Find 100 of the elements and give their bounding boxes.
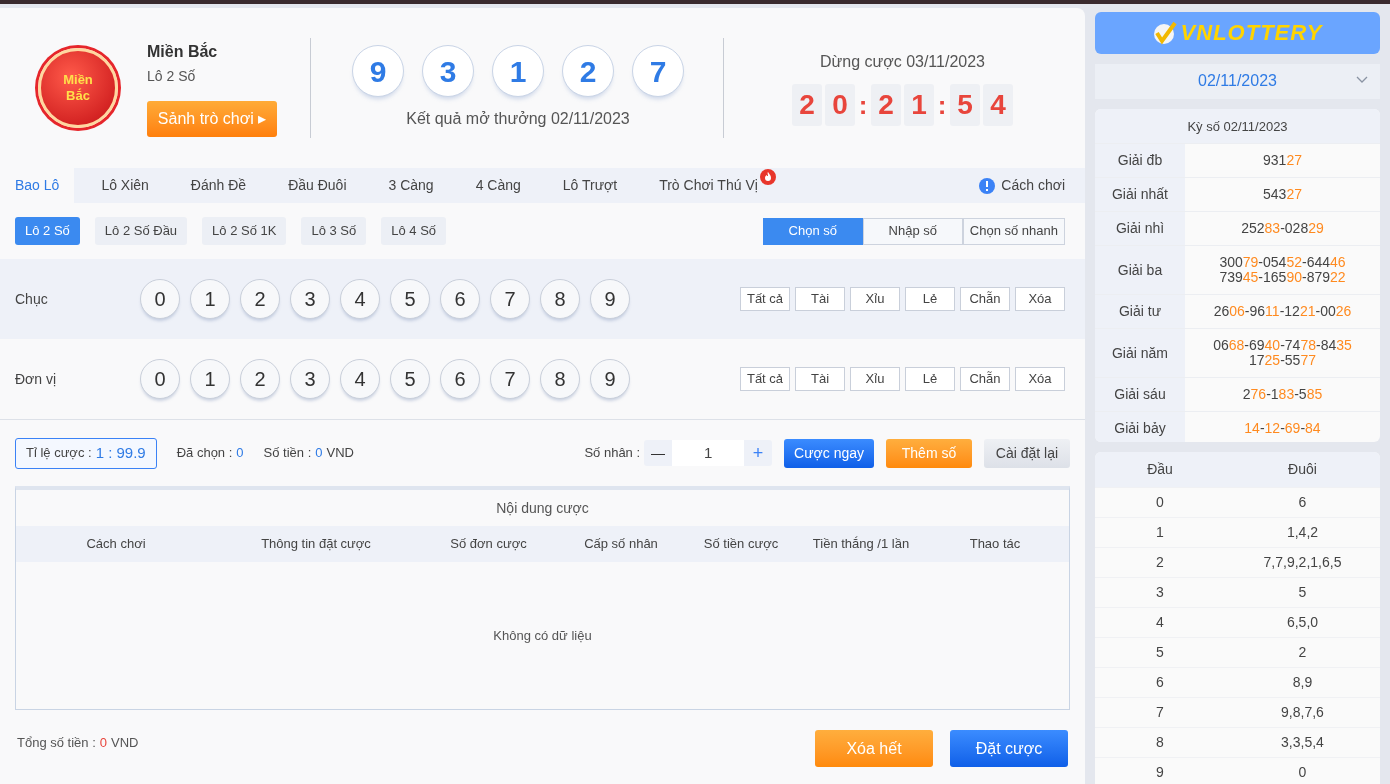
prize-numbers: 276-183-585 (1242, 387, 1323, 403)
game-tab[interactable]: 3 Càng (373, 168, 449, 203)
countdown-digit: 2 (871, 84, 901, 126)
bet-table-title: Nội dung cược (495, 498, 590, 518)
game-tab[interactable]: Lô Xiên (86, 168, 164, 203)
game-tab[interactable]: Lô Trượt (547, 168, 633, 203)
odds-label: Tỉ lệ cược : (26, 444, 92, 463)
how-to-play-link[interactable]: Cách chơi (979, 168, 1065, 203)
prize-numbers: 25283-02829 (1241, 221, 1324, 237)
sub-tab[interactable]: Lô 2 Số Đầu (94, 217, 188, 245)
quick-select-button[interactable]: Xỉu (850, 287, 900, 311)
tail-digits: 9,8,7,6 (1280, 703, 1325, 723)
column-header: Đuôi (1287, 460, 1318, 480)
tail-digits: 6 (1297, 493, 1308, 513)
countdown-colon: : (858, 88, 868, 122)
head-digit: 2 (1155, 553, 1165, 573)
game-tab[interactable]: Đánh Đề (175, 168, 262, 203)
odds-value: 1 : 99.9 (95, 442, 146, 463)
prize-numbers: 30079-05452-64446 (1219, 255, 1346, 271)
tail-digits: 3,3,5,4 (1280, 733, 1325, 753)
column-header: Số đơn cược (449, 535, 528, 554)
quick-select-button[interactable]: Xỉu (850, 367, 900, 391)
sub-tab[interactable]: Lô 4 Số (381, 217, 447, 245)
game-tab[interactable]: Trò Chơi Thú Vị (644, 168, 778, 203)
quick-select-button[interactable]: Chẵn (960, 287, 1010, 311)
prize-name: Giải nhất (1095, 178, 1185, 212)
quick-select-button[interactable]: Lẻ (905, 367, 955, 391)
game-tab[interactable]: Đầu Đuôi (273, 168, 362, 203)
multiplier-field[interactable]: 1 (672, 440, 745, 466)
prize-name: Giải nhì (1095, 212, 1185, 246)
column-header: Thông tin đặt cược (260, 535, 372, 554)
countdown-digit: 2 (792, 84, 822, 126)
empty-message: Không có dữ liệu (493, 626, 592, 645)
results-title: Kỳ số 02/11/2023 (1095, 109, 1380, 144)
bet-action-button[interactable]: Cược ngay (784, 438, 874, 468)
head-digit: 5 (1155, 643, 1165, 663)
tail-digits: 2 (1297, 643, 1308, 663)
prize-name: Giải ba (1095, 246, 1185, 295)
quick-select-button[interactable]: Tất cả (740, 287, 790, 311)
quick-select-button[interactable]: Xóa (1015, 367, 1065, 391)
stop-betting-label: Dừng cược 03/11/2023 (819, 52, 985, 72)
multiplier-label: Số nhân : (584, 444, 641, 463)
prize-numbers: 93127 (1263, 153, 1302, 169)
prize-numbers: 73945-16590-87922 (1219, 270, 1346, 286)
quick-select-button[interactable]: Chẵn (960, 367, 1010, 391)
prize-numbers: 54327 (1263, 187, 1302, 203)
date-select[interactable]: 02/11/2023 (1095, 63, 1380, 100)
amount-value: 0 (315, 444, 323, 463)
head-digit: 8 (1155, 733, 1165, 753)
prize-numbers: 0668-6940-7478-8435 (1213, 338, 1352, 354)
logo-text: Miền (63, 72, 93, 88)
column-header: Cách chơi (85, 535, 147, 554)
countdown-digit: 4 (983, 84, 1013, 126)
brand-name: VNLOTTERY (1180, 19, 1323, 48)
head-digit: 6 (1155, 673, 1165, 693)
column-header: Cấp số nhân (583, 535, 659, 554)
chevron-down-icon (1356, 75, 1368, 84)
countdown-colon: : (937, 88, 947, 122)
countdown-digit: 5 (950, 84, 980, 126)
footer-button[interactable]: Đặt cược (950, 730, 1068, 767)
game-tab[interactable]: Bao Lô (0, 168, 75, 203)
quick-select-button[interactable]: Tất cả (740, 367, 790, 391)
prize-name: Giải sáu (1095, 378, 1185, 412)
head-digit: 9 (1155, 763, 1165, 783)
quick-select-button[interactable]: Lẻ (905, 287, 955, 311)
quick-select-button[interactable]: Xóa (1015, 287, 1065, 311)
head-digit: 4 (1155, 613, 1165, 633)
total-label: Tổng số tiền : (17, 734, 96, 752)
tail-digits: 7,7,9,2,1,6,5 (1262, 553, 1343, 573)
logo-text: Bắc (66, 88, 90, 104)
total-currency: VND (111, 734, 139, 752)
prize-numbers: 14-12-69-84 (1244, 421, 1321, 437)
head-digit: 7 (1155, 703, 1165, 723)
prize-numbers: 2606-9611-1221-0026 (1213, 304, 1352, 320)
sub-tab[interactable]: Lô 3 Số (301, 217, 367, 245)
mode-tab[interactable]: Nhập số (862, 217, 963, 245)
mode-tab[interactable]: Chọn số nhanh (962, 217, 1065, 245)
game-name: Lô 2 Số (147, 66, 197, 86)
checkmark-logo-icon (1152, 20, 1177, 45)
prize-name: Giải đb (1095, 144, 1185, 178)
total-value: 0 (99, 734, 107, 752)
column-header: Đầu (1146, 460, 1174, 480)
decrease-button[interactable]: — (644, 440, 673, 466)
chosen-label: Đã chọn : (176, 444, 233, 463)
region-title: Miền Bắc (147, 41, 219, 62)
bet-action-button[interactable]: Cài đặt lại (984, 438, 1070, 468)
tail-digits: 8,9 (1291, 673, 1314, 693)
quick-select-button[interactable]: Tài (795, 287, 845, 311)
tail-digits: 0 (1297, 763, 1308, 783)
chosen-count: 0 (236, 444, 244, 463)
amount-currency: VND (326, 444, 354, 463)
column-header: Số tiền cược (702, 535, 780, 554)
column-header: Tiền thắng /1 lần (811, 535, 911, 554)
prize-name: Giải năm (1095, 329, 1185, 378)
sub-tab[interactable]: Lô 2 Số 1K (202, 217, 287, 245)
game-tab[interactable]: 4 Càng (460, 168, 536, 203)
quick-select-button[interactable]: Tài (795, 367, 845, 391)
tail-digits: 5 (1297, 583, 1308, 603)
countdown-digit: 0 (825, 84, 855, 126)
head-digit: 1 (1155, 523, 1165, 543)
